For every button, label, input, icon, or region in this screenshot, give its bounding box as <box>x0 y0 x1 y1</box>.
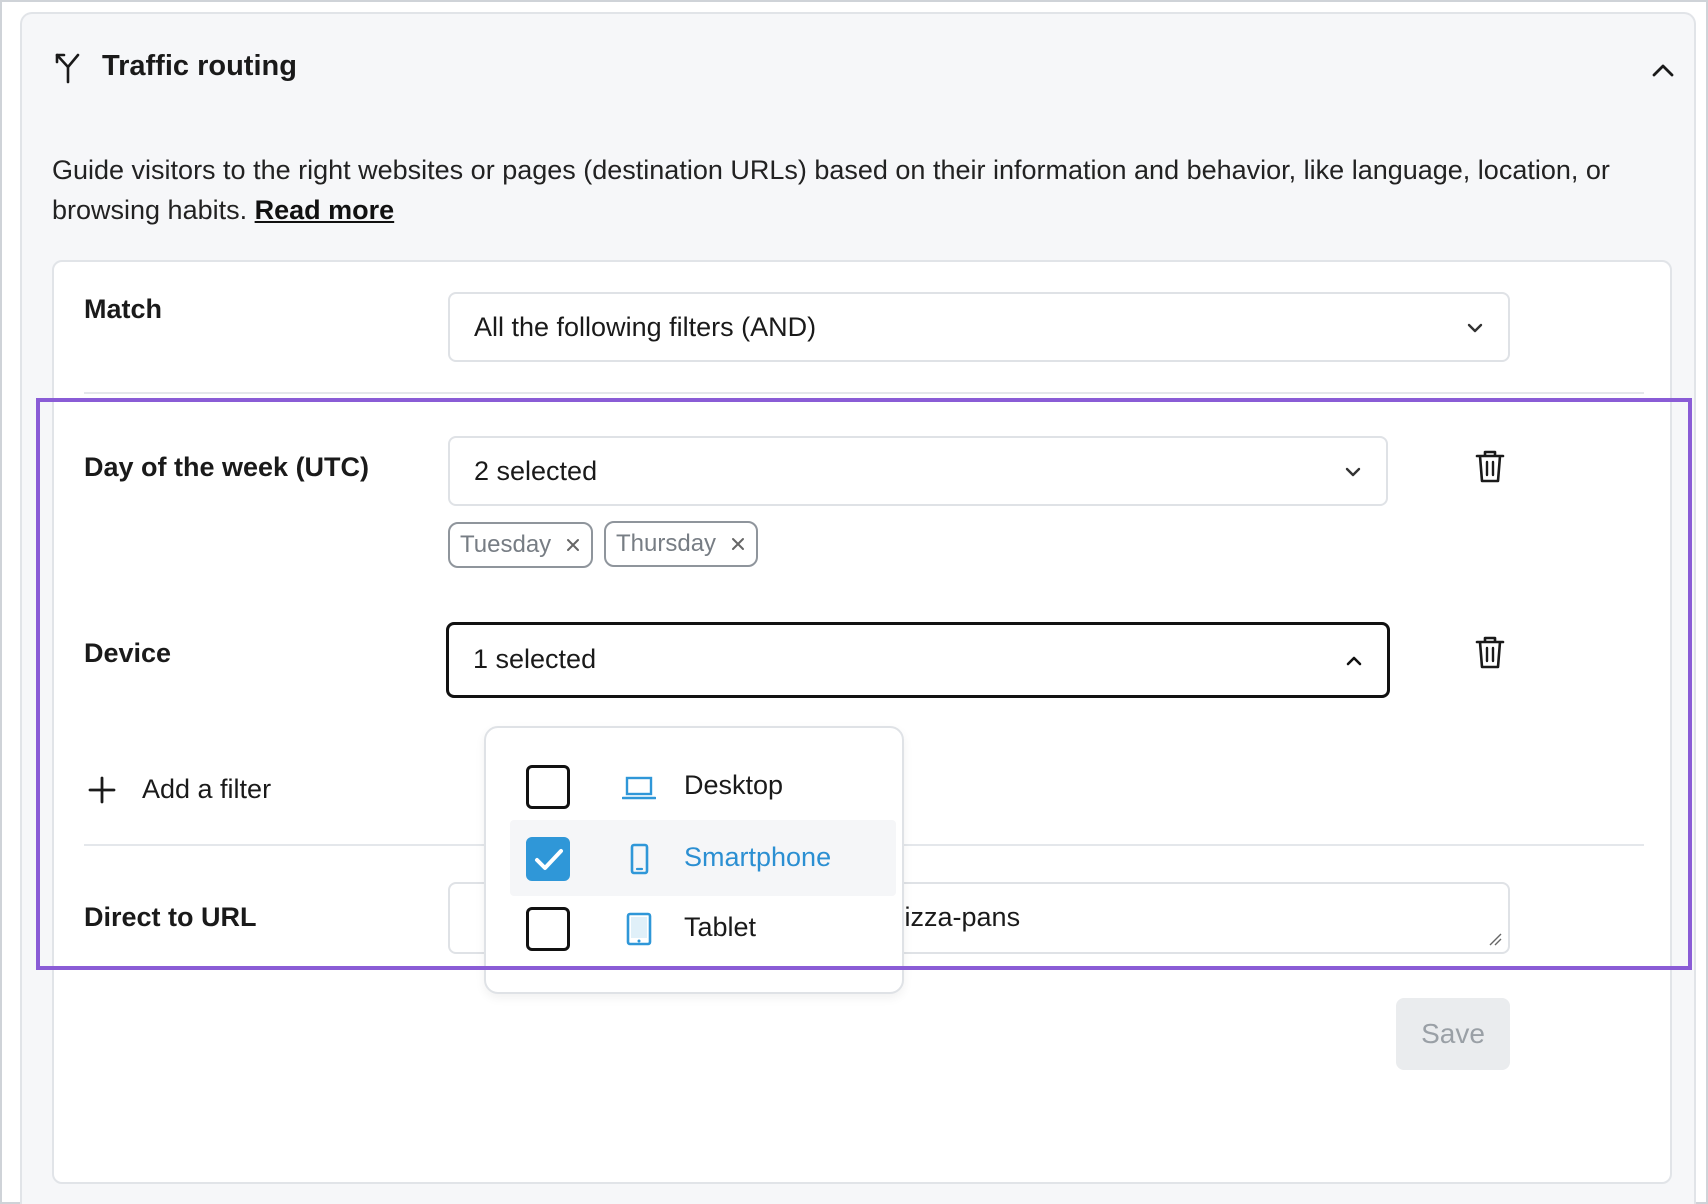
add-filter-button[interactable]: Add a filter <box>88 774 271 805</box>
device-select[interactable]: 1 selected <box>446 622 1390 698</box>
divider <box>84 392 1644 394</box>
smartphone-icon <box>630 843 649 875</box>
checkmark-icon <box>535 849 563 870</box>
device-label: Device <box>84 638 172 668</box>
add-filter-label: Add a filter <box>142 774 272 804</box>
device-select-value: 1 selected <box>473 644 597 674</box>
desktop-checkbox[interactable] <box>526 765 570 809</box>
option-label: Desktop <box>684 770 784 800</box>
chevron-up-icon[interactable] <box>1650 60 1676 80</box>
close-icon[interactable] <box>730 536 746 552</box>
day-of-week-select-value: 2 selected <box>474 456 598 486</box>
tablet-checkbox[interactable] <box>526 907 570 951</box>
plus-icon <box>88 776 116 803</box>
device-option-desktop[interactable]: Desktop <box>510 748 896 824</box>
route-split-icon <box>55 53 80 84</box>
match-label: Match <box>84 294 163 324</box>
device-option-tablet[interactable]: Tablet <box>510 890 896 966</box>
day-of-week-select[interactable]: 2 selected <box>448 436 1388 506</box>
chip-label: Tuesday <box>460 531 552 558</box>
delete-device-filter-icon[interactable] <box>1474 634 1506 670</box>
chip-thursday[interactable]: Thursday <box>604 521 759 567</box>
chip-label: Thursday <box>616 530 717 557</box>
day-of-week-label: Day of the week (UTC) <box>84 452 370 482</box>
option-label: Tablet <box>684 912 757 942</box>
traffic-routing-panel: Traffic routing Guide visitors to the ri… <box>20 12 1696 1204</box>
direct-to-url-label: Direct to URL <box>84 902 257 932</box>
laptop-icon <box>622 776 656 800</box>
match-select[interactable]: All the following filters (AND) <box>448 292 1510 362</box>
smartphone-checkbox[interactable] <box>526 837 570 881</box>
save-button[interactable]: Save <box>1396 998 1510 1070</box>
panel-title: Traffic routing <box>102 50 297 82</box>
device-option-smartphone[interactable]: Smartphone <box>510 820 896 896</box>
panel-header[interactable]: Traffic routing <box>22 14 1694 124</box>
match-select-value: All the following filters (AND) <box>474 312 817 342</box>
delete-day-filter-icon[interactable] <box>1474 448 1506 484</box>
tablet-icon <box>626 912 652 946</box>
close-icon[interactable] <box>565 537 581 553</box>
chevron-down-icon <box>1345 467 1361 477</box>
routing-rule-card: Match All the following filters (AND) Da… <box>52 260 1672 1184</box>
resize-handle-icon[interactable] <box>1488 932 1502 946</box>
read-more-link[interactable]: Read more <box>255 195 395 225</box>
chevron-down-icon <box>1467 323 1483 333</box>
device-dropdown-menu: Desktop Smartphone Tablet <box>484 726 904 994</box>
chevron-up-icon <box>1346 656 1362 666</box>
panel-description: Guide visitors to the right websites or … <box>52 150 1672 230</box>
chip-tuesday[interactable]: Tuesday <box>448 522 594 568</box>
option-label: Smartphone <box>684 842 832 872</box>
